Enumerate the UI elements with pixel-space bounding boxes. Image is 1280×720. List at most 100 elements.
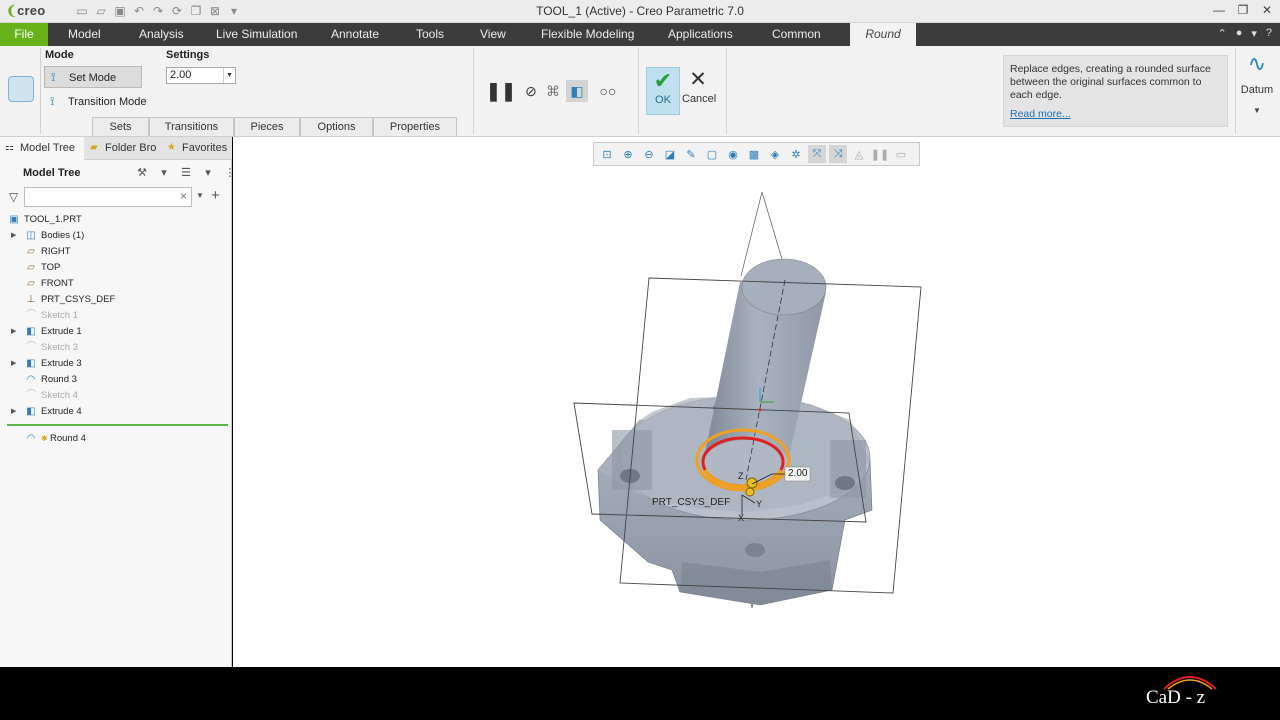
expand-icon[interactable]: ▶ xyxy=(11,404,16,420)
tree-item[interactable]: ▶ ◧ Extrude 4 xyxy=(0,404,232,420)
tab-favorites[interactable]: ★ Favorites xyxy=(162,137,232,160)
tree-item[interactable]: ⌒ Sketch 4 xyxy=(0,388,232,404)
chevron-down-icon[interactable]: ▼ xyxy=(1238,106,1276,115)
tab-round[interactable]: Round xyxy=(850,23,916,46)
set-mode-icon: ⟟ xyxy=(51,70,56,84)
tree-item[interactable]: ▶ ◧ Extrude 3 xyxy=(0,356,232,372)
tree-item[interactable]: ⌒ Sketch 3 xyxy=(0,340,232,356)
pause-icon[interactable]: ❚❚ xyxy=(486,80,516,102)
tab-options[interactable]: Options xyxy=(300,117,373,136)
navigator-panel: ⚏ Model Tree ▰ Folder Bro ★ Favorites Model… xyxy=(0,137,236,667)
settings-icon[interactable]: ▾ xyxy=(1251,27,1257,40)
tree-settings-icon[interactable]: ⚒ xyxy=(134,164,150,180)
chevron-down-icon[interactable]: ▼ xyxy=(196,191,204,200)
user-icon[interactable]: ● xyxy=(1236,27,1243,40)
tree-item-label: TOP xyxy=(41,262,61,273)
show-icon[interactable]: ☰ xyxy=(178,164,194,180)
tree-item-label: Sketch 3 xyxy=(41,342,78,353)
tree-item[interactable]: ▶ ◫ Bodies (1) xyxy=(0,228,232,244)
datum-group-button[interactable]: ∿ Datum ▼ xyxy=(1238,50,1276,134)
tree-item[interactable]: ▱ FRONT xyxy=(0,276,232,292)
tree-item[interactable]: ⊥ PRT_CSYS_DEF xyxy=(0,292,232,308)
axis-y-label: Y xyxy=(756,499,763,509)
mode-label: Mode xyxy=(45,49,74,61)
expand-icon[interactable]: ▶ xyxy=(11,324,16,340)
tab-view[interactable]: View xyxy=(480,23,506,46)
close-icon[interactable]: ✕ xyxy=(1260,2,1274,18)
round-icon: ◠ xyxy=(26,374,36,385)
bottom-bar: CaD - z xyxy=(0,667,1280,720)
extrude-icon: ◧ xyxy=(26,406,36,417)
csys-icon: ⊥ xyxy=(26,294,36,305)
graphics-window[interactable]: ⊡ ⊕ ⊖ ◪ ✎ ▢ ◉ ▩ ◈ ✲ ⤧ ⤨ ◬ ❚❚ ▭ 2.00 PRT_… xyxy=(233,137,1280,667)
tab-live-simulation[interactable]: Live Simulation xyxy=(216,23,297,46)
help-icon[interactable]: ? xyxy=(1266,27,1272,40)
model-viewport[interactable] xyxy=(233,137,1280,667)
minimize-icon[interactable]: — xyxy=(1212,2,1226,18)
axis-x-label: X xyxy=(738,513,745,523)
verify-mode-icon[interactable]: ◧ xyxy=(566,80,588,102)
dimension-value-label[interactable]: 2.00 xyxy=(788,468,807,479)
tree-item-label: Extrude 1 xyxy=(41,326,82,337)
tab-sets[interactable]: Sets xyxy=(92,117,149,136)
round-dashboard: Mode ⟟ Set Mode ⟟ Transition Mode Settings… xyxy=(0,46,1280,137)
chevron-down-icon[interactable]: ▾ xyxy=(156,164,172,180)
cross-icon: ✕ xyxy=(689,68,707,91)
add-icon[interactable]: + xyxy=(211,187,220,204)
expand-icon[interactable]: ▶ xyxy=(11,228,16,244)
attached-preview-icon[interactable]: ⌘ xyxy=(542,80,564,102)
tab-model[interactable]: Model xyxy=(68,23,101,46)
extrude-icon: ◧ xyxy=(26,326,36,337)
tree-search-input[interactable]: × xyxy=(24,187,192,207)
csys-label: PRT_CSYS_DEF xyxy=(652,497,731,508)
tree-item[interactable]: ▱ RIGHT xyxy=(0,244,232,260)
tree-item[interactable]: ⌒ Sketch 1 xyxy=(0,308,232,324)
tab-tools[interactable]: Tools xyxy=(416,23,444,46)
tab-annotate[interactable]: Annotate xyxy=(331,23,379,46)
tree-item[interactable]: ▣ TOOL_1.PRT xyxy=(0,212,232,228)
tab-properties[interactable]: Properties xyxy=(373,117,457,136)
radius-combobox[interactable]: 2.00 ▼ xyxy=(166,67,236,84)
bodies-icon: ◫ xyxy=(26,230,36,241)
transition-mode-button[interactable]: ⟟ Transition Mode xyxy=(44,91,154,113)
tree-item[interactable]: ▶ ◧ Extrude 1 xyxy=(0,324,232,340)
glasses-preview-icon[interactable]: ○○ xyxy=(595,80,621,102)
chevron-down-icon[interactable]: ▾ xyxy=(200,164,216,180)
datum-curve-icon: ∿ xyxy=(1247,51,1267,76)
tree-item-label: Sketch 1 xyxy=(41,310,78,321)
set-mode-button[interactable]: ⟟ Set Mode xyxy=(44,66,142,88)
chevron-down-icon[interactable]: ▼ xyxy=(223,68,235,83)
tree-item-label: Sketch 4 xyxy=(41,390,78,401)
folder-icon: ▰ xyxy=(90,142,98,153)
minimize-ribbon-icon[interactable]: ⌃ xyxy=(1217,27,1226,40)
tab-common[interactable]: Common xyxy=(772,23,821,46)
checkmark-icon: ✔ xyxy=(653,68,673,93)
tab-folder-browser[interactable]: ▰ Folder Bro xyxy=(85,137,159,160)
tab-transitions[interactable]: Transitions xyxy=(149,117,234,136)
tab-applications[interactable]: Applications xyxy=(668,23,733,46)
filter-icon[interactable]: ▽ xyxy=(9,190,18,204)
tab-model-tree[interactable]: ⚏ Model Tree xyxy=(0,137,84,160)
insert-here-indicator[interactable] xyxy=(7,424,228,426)
tree-item[interactable]: ▱ TOP xyxy=(0,260,232,276)
part-icon: ▣ xyxy=(9,214,19,225)
model-tree-icon: ⚏ xyxy=(5,142,14,153)
tree-item[interactable]: ◠ Round 3 xyxy=(0,372,232,388)
tree-item-label: Bodies (1) xyxy=(41,230,85,241)
clear-icon[interactable]: × xyxy=(180,189,187,203)
read-more-link[interactable]: Read more... xyxy=(1010,108,1221,121)
tab-pieces[interactable]: Pieces xyxy=(234,117,300,136)
title-bar: ❨creo ▭ ▱ ▣ ↶ ↷ ⟳ ❐ ⊠ ▾ TOOL_1 (Active) … xyxy=(0,0,1280,23)
transition-mode-icon: ⟟ xyxy=(50,94,55,108)
expand-icon[interactable]: ▶ xyxy=(11,356,16,372)
tab-file[interactable]: File xyxy=(0,23,48,46)
datum-plane-icon: ▱ xyxy=(27,246,35,257)
no-preview-icon[interactable]: ⊘ xyxy=(520,80,542,102)
tree-item-label: RIGHT xyxy=(41,246,71,257)
tree-item-round-4[interactable]: ◠ ✱ Round 4 xyxy=(0,431,232,447)
ok-button[interactable]: ✔ OK xyxy=(646,67,680,115)
restore-icon[interactable]: ❐ xyxy=(1236,2,1250,18)
cancel-button[interactable]: ✕ Cancel xyxy=(682,67,716,115)
tab-analysis[interactable]: Analysis xyxy=(139,23,184,46)
tab-flexible-modeling[interactable]: Flexible Modeling xyxy=(541,23,634,46)
